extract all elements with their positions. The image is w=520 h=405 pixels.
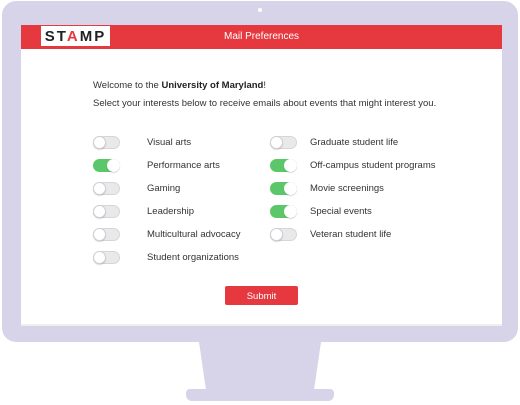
interests-column-left: Visual arts Performance arts Gaming Leaders… xyxy=(93,131,240,269)
monitor-base xyxy=(186,389,334,401)
interest-toggle[interactable] xyxy=(270,228,297,241)
screen: STAMP Mail Preferences Welcome to the Un… xyxy=(21,25,502,326)
interest-label: Leadership xyxy=(147,206,195,217)
interest-item: Gaming xyxy=(93,177,240,200)
interest-label: Performance arts xyxy=(147,160,220,171)
interest-label: Graduate student life xyxy=(310,137,399,148)
interest-toggle[interactable] xyxy=(93,182,120,195)
toggle-knob xyxy=(284,205,297,218)
monitor-stand xyxy=(199,342,321,392)
toggle-knob xyxy=(270,228,283,241)
toggle-knob xyxy=(284,159,297,172)
university-name: University of Maryland xyxy=(161,80,264,91)
toggle-knob xyxy=(270,136,283,149)
interests-column-right: Graduate student life Off-campus student … xyxy=(270,131,436,246)
interest-item: Special events xyxy=(270,200,436,223)
interest-label: Visual arts xyxy=(147,137,192,148)
interest-label: Off-campus student programs xyxy=(310,160,436,171)
interest-label: Special events xyxy=(310,206,372,217)
toggle-knob xyxy=(93,205,106,218)
interest-toggle[interactable] xyxy=(270,136,297,149)
intro-text: Welcome to the University of Maryland! S… xyxy=(93,77,493,113)
interest-item: Performance arts xyxy=(93,154,240,177)
interest-item: Student organizations xyxy=(93,246,240,269)
interest-item: Multicultural advocacy xyxy=(93,223,240,246)
interest-toggle[interactable] xyxy=(93,251,120,264)
interest-label: Veteran student life xyxy=(310,229,392,240)
interest-label: Gaming xyxy=(147,183,181,194)
interest-toggle[interactable] xyxy=(270,159,297,172)
interest-item: Movie screenings xyxy=(270,177,436,200)
interest-item: Graduate student life xyxy=(270,131,436,154)
toggle-knob xyxy=(284,182,297,195)
interest-toggle[interactable] xyxy=(270,205,297,218)
monitor-frame: STAMP Mail Preferences Welcome to the Un… xyxy=(2,1,518,342)
interest-toggle[interactable] xyxy=(93,228,120,241)
toggle-knob xyxy=(93,251,106,264)
interest-toggle[interactable] xyxy=(93,159,120,172)
toggle-knob xyxy=(93,136,106,149)
interest-item: Veteran student life xyxy=(270,223,436,246)
page-title: Mail Preferences xyxy=(223,31,300,42)
interest-item: Off-campus student programs xyxy=(270,154,436,177)
divider xyxy=(21,324,502,326)
toggle-knob xyxy=(93,182,106,195)
interest-label: Movie screenings xyxy=(310,183,384,194)
toggle-knob xyxy=(107,159,120,172)
welcome-line: Welcome to the University of Maryland! xyxy=(93,80,266,91)
submit-button[interactable]: Submit xyxy=(225,286,298,305)
interest-label: Multicultural advocacy xyxy=(147,229,241,240)
interest-item: Leadership xyxy=(93,200,240,223)
interest-label: Student organizations xyxy=(147,252,239,263)
interest-toggle[interactable] xyxy=(93,205,120,218)
interest-toggle[interactable] xyxy=(270,182,297,195)
header-bar: STAMP Mail Preferences xyxy=(21,25,502,49)
instructions-line: Select your interests below to receive e… xyxy=(93,98,437,109)
interest-item: Visual arts xyxy=(93,131,240,154)
camera-dot xyxy=(258,8,262,12)
interest-toggle[interactable] xyxy=(93,136,120,149)
toggle-knob xyxy=(93,228,106,241)
